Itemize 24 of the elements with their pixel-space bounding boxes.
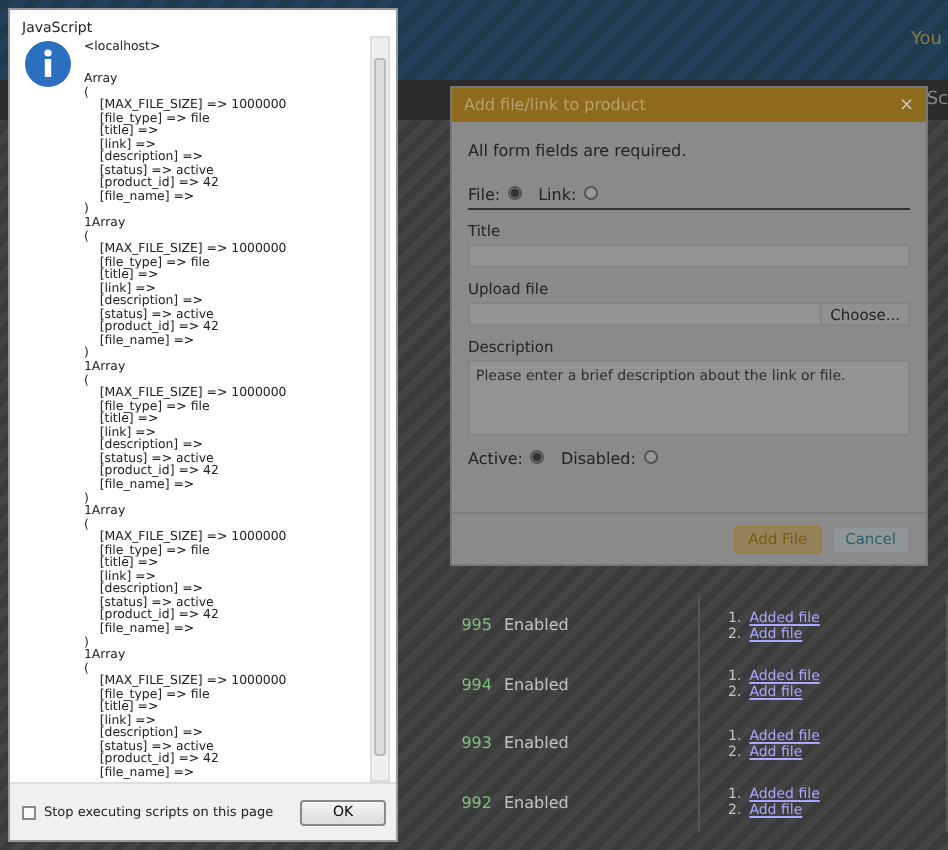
radio-button[interactable] [530, 450, 545, 464]
scrollbar[interactable] [370, 36, 390, 782]
row-number: 993 [459, 734, 494, 753]
radio-button[interactable] [643, 450, 658, 464]
radio-button[interactable] [508, 186, 523, 200]
status-text: Enabled [500, 655, 700, 714]
checkbox[interactable] [22, 805, 36, 819]
option-label: File: [468, 186, 501, 204]
row-number: 995 [459, 616, 494, 635]
option-label: Disabled: [560, 450, 636, 468]
status-text: Enabled [500, 714, 700, 773]
status-text: Enabled [500, 596, 700, 655]
option-label: Active: [468, 450, 523, 468]
row-number: 994 [459, 675, 494, 694]
option-label: Link: [538, 186, 577, 204]
user-status-text: You [910, 30, 942, 50]
radio-button[interactable] [584, 186, 599, 200]
status-text: Enabled [500, 773, 700, 832]
nav-item[interactable]: Sc [926, 90, 948, 110]
info-icon [24, 40, 72, 88]
dialog-title: Add file/link to product [464, 96, 646, 114]
required-note: All form fields are required. [468, 142, 689, 160]
row-number: 992 [459, 793, 494, 812]
close-button[interactable]: × [898, 95, 914, 115]
